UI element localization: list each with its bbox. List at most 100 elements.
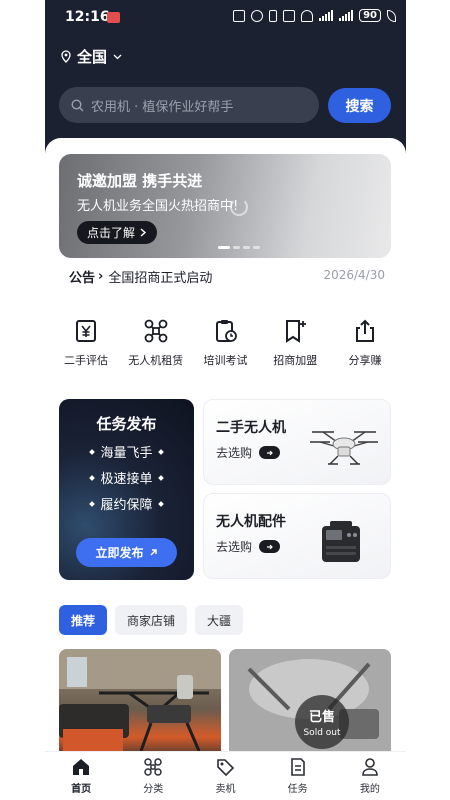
pagination-dot[interactable] <box>253 246 260 249</box>
used-drone-card[interactable]: 二手无人机 去选购 <box>203 399 391 485</box>
shop-link-label: 去选购 <box>216 446 253 460</box>
task-feature: 履约保障 <box>89 494 164 513</box>
product-card-title: 无人机配件 <box>216 514 286 530</box>
task-features: 海量飞手 极速接单 履约保障 <box>59 442 194 513</box>
notice-date: 2026/4/30 <box>323 268 385 282</box>
agricultural-drone-image <box>310 431 378 465</box>
task-publish-card[interactable]: 任务发布 海量飞手 极速接单 履约保障 立即发布 <box>59 399 194 580</box>
category-icon <box>144 758 163 776</box>
announcement-bar[interactable]: 公告 › 全国招商正式启动 2026/4/30 <box>69 266 385 286</box>
diamond-bullet-icon <box>89 474 96 481</box>
promo-banner[interactable]: 诚邀加盟 携手共进 无人机业务全国火热招商中! 点击了解 <box>59 154 391 258</box>
nav-label: 首页 <box>71 784 92 795</box>
battery-icon: 90 <box>359 9 381 22</box>
chevron-down-icon <box>113 54 122 60</box>
notice-text: 全国招商正式启动 <box>108 270 213 286</box>
diamond-bullet-icon <box>157 500 164 507</box>
app-screen: 12:16 90 全国 农用机 · 植保作业好帮手 搜索 诚邀加盟 携手共进 无… <box>45 0 406 800</box>
nav-label: 任务 <box>287 784 308 795</box>
bottom-nav: 首页 分类 卖机 任务 我的 <box>45 751 406 800</box>
portable-power-station-image <box>322 521 360 562</box>
shop-link[interactable]: 去选购 <box>216 444 281 461</box>
quick-action-assessment[interactable]: 二手评估 <box>55 318 117 368</box>
quick-action-label: 培训考试 <box>203 354 248 367</box>
nav-label: 我的 <box>359 784 380 795</box>
location-selector[interactable]: 全国 <box>61 46 122 67</box>
arrow-right-pill-icon <box>259 446 281 459</box>
task-feature-text: 极速接单 <box>100 472 153 487</box>
search-input[interactable]: 农用机 · 植保作业好帮手 <box>59 87 319 123</box>
wifi-icon <box>301 9 314 22</box>
diamond-bullet-icon <box>89 500 96 507</box>
shop-link[interactable]: 去选购 <box>216 538 281 555</box>
price-tag-yen-icon <box>76 320 96 342</box>
nfc-icon <box>233 9 246 22</box>
product-card-title: 二手无人机 <box>216 420 286 436</box>
tab-recommend[interactable]: 推荐 <box>59 605 108 635</box>
quick-action-label: 无人机租赁 <box>128 354 184 367</box>
banner-cta-label: 点击了解 <box>87 226 136 240</box>
signal-1-icon <box>319 10 334 21</box>
pagination-dot[interactable] <box>218 246 230 249</box>
quick-action-rental[interactable]: 无人机租赁 <box>125 318 187 368</box>
quick-actions: 二手评估 无人机租赁 培训考试 招商加盟 分享赚 <box>55 318 396 368</box>
quick-action-label: 二手评估 <box>64 354 108 367</box>
tab-merchant-stores[interactable]: 商家店铺 <box>115 605 188 635</box>
arrow-up-right-icon <box>150 549 157 556</box>
chevron-right-icon <box>140 228 147 237</box>
quick-action-franchise[interactable]: 招商加盟 <box>264 318 326 368</box>
task-card-title: 任务发布 <box>96 415 157 433</box>
nav-category[interactable]: 分类 <box>123 752 183 800</box>
clipboard-clock-icon <box>215 320 237 342</box>
notice-label: 公告 <box>69 270 96 286</box>
task-document-icon <box>290 758 305 776</box>
nav-label: 卖机 <box>215 784 236 795</box>
tab-dji[interactable]: 大疆 <box>195 605 244 635</box>
shop-link-label: 去选购 <box>216 540 253 554</box>
nav-profile[interactable]: 我的 <box>340 752 400 800</box>
diamond-bullet-icon <box>157 448 164 455</box>
task-feature-text: 履约保障 <box>100 498 153 513</box>
mute-icon <box>283 9 296 22</box>
sold-out-badge: 已售 Sold out <box>295 695 349 749</box>
drone-parts-card[interactable]: 无人机配件 去选购 <box>203 493 391 579</box>
bluetooth-icon <box>269 9 278 22</box>
sold-badge-en: Sold out <box>303 728 341 738</box>
pagination-dot[interactable] <box>243 246 250 249</box>
banner-title: 诚邀加盟 携手共进 <box>77 172 203 190</box>
drone-icon <box>144 319 168 343</box>
nav-label: 分类 <box>143 784 164 795</box>
drone-listing-photo <box>59 649 221 754</box>
quick-action-training[interactable]: 培训考试 <box>195 318 257 368</box>
nav-home[interactable]: 首页 <box>51 752 111 800</box>
system-icons: 90 <box>233 9 396 22</box>
task-feature-text: 海量飞手 <box>100 446 153 461</box>
quick-action-share[interactable]: 分享赚 <box>334 318 396 368</box>
search-button[interactable]: 搜索 <box>328 88 391 123</box>
content-sheet: 诚邀加盟 携手共进 无人机业务全国火热招商中! 点击了解 公告 › 全国招商正式… <box>45 138 406 800</box>
listing-tabs: 推荐 商家店铺 大疆 <box>59 605 244 635</box>
search-placeholder: 农用机 · 植保作业好帮手 <box>91 99 234 115</box>
diamond-bullet-icon <box>89 448 96 455</box>
banner-pagination <box>218 246 260 249</box>
publish-now-label: 立即发布 <box>95 546 144 560</box>
diamond-bullet-icon <box>157 474 164 481</box>
alarm-icon <box>251 9 264 22</box>
status-time: 12:16 <box>65 9 110 25</box>
bookmark-plus-icon <box>286 320 307 343</box>
screen-record-icon <box>107 12 120 23</box>
banner-cta-button[interactable]: 点击了解 <box>77 221 158 244</box>
nav-sell[interactable]: 卖机 <box>195 752 255 800</box>
listing-card-sold[interactable]: 已售 Sold out <box>229 649 391 759</box>
nav-task[interactable]: 任务 <box>268 752 328 800</box>
arrow-right-pill-icon <box>259 540 281 553</box>
signal-2-icon <box>339 10 354 21</box>
location-pin-icon <box>61 50 71 63</box>
loading-spinner-icon <box>230 198 248 216</box>
pagination-dot[interactable] <box>233 246 240 249</box>
banner-subtitle: 无人机业务全国火热招商中! <box>77 199 239 214</box>
quick-action-label: 招商加盟 <box>273 354 318 367</box>
sold-badge-cn: 已售 <box>308 710 335 725</box>
publish-now-button[interactable]: 立即发布 <box>76 538 177 567</box>
listing-card[interactable] <box>59 649 221 759</box>
